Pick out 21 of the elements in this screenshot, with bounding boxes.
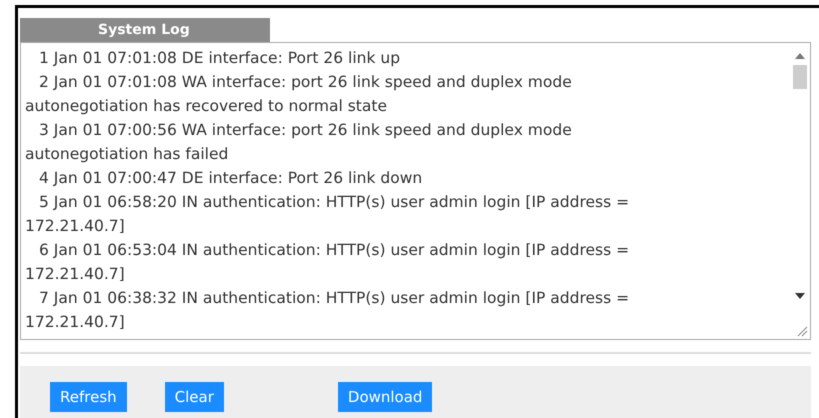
log-line: 172.21.40.7] — [25, 312, 126, 333]
log-line: 7 Jan 01 06:38:32 IN authentication: HTTP(s) user admin login [IP address = — [38, 288, 630, 309]
log-line: 172.21.40.7] — [25, 216, 126, 237]
system-log-tab[interactable]: System Log — [20, 18, 270, 42]
log-text-area[interactable] — [20, 42, 811, 340]
log-line: 172.21.40.7] — [25, 264, 126, 285]
log-line: 4 Jan 01 07:00:47 DE interface: Port 26 link down — [38, 168, 424, 189]
action-button[interactable]: Refresh — [50, 382, 127, 412]
log-line: autonegotiation has failed — [25, 144, 230, 165]
scroll-down-icon[interactable] — [795, 293, 805, 299]
log-line: 5 Jan 01 06:58:20 IN authentication: HTTP(s) user admin login [IP address = — [38, 192, 630, 213]
log-line: 2 Jan 01 07:01:08 WA interface: port 26 link speed and duplex mode — [38, 72, 573, 93]
action-button[interactable]: Clear — [164, 382, 224, 412]
action-button[interactable]: Download — [338, 382, 432, 412]
log-line: autonegotiation has recovered to normal state — [25, 96, 388, 117]
scroll-up-icon[interactable] — [795, 53, 805, 59]
log-line: 3 Jan 01 07:00:56 WA interface: port 26 link speed and duplex mode — [38, 120, 573, 141]
log-line: 6 Jan 01 06:53:04 IN authentication: HTTP(s) user admin login [IP address = — [38, 240, 630, 261]
resize-grip-icon[interactable] — [796, 325, 808, 337]
log-line: 1 Jan 01 07:01:08 DE interface: Port 26 link up — [38, 48, 402, 69]
scrollbar-thumb[interactable] — [793, 65, 807, 89]
